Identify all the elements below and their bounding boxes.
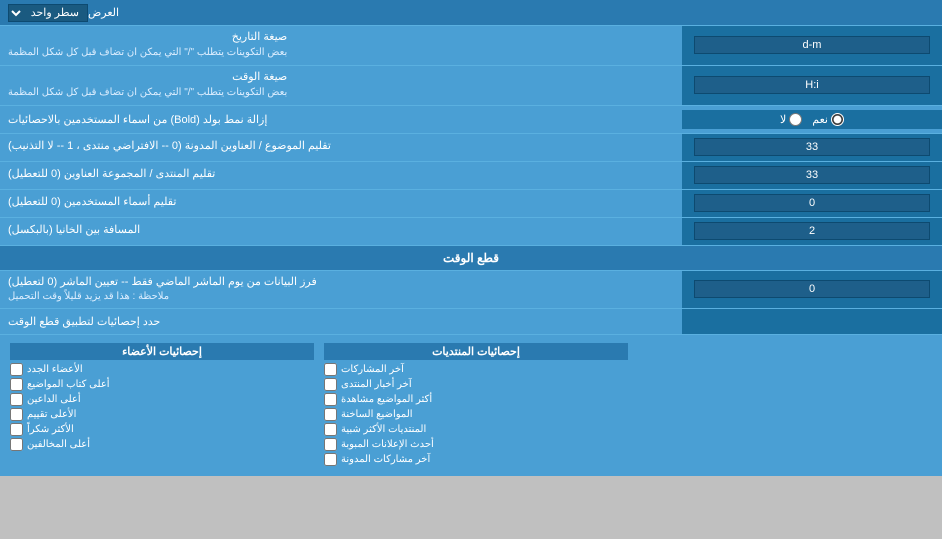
- time-format-row: صيغة الوقتبعض التكوينات يتطلب "/" التي ي…: [0, 66, 942, 106]
- display-label: العرض: [88, 6, 934, 19]
- top-rated-label: الأعلى تقييم: [27, 409, 76, 420]
- member-stats-col: إحصائيات الأعضاء الأعضاء الجدد أعلى كتاب…: [5, 340, 319, 471]
- time-format-label: صيغة الوقتبعض التكوينات يتطلب "/" التي ي…: [0, 66, 682, 105]
- bold-remove-label: إزالة نمط بولد (Bold) من اسماء المستخدمي…: [0, 109, 682, 130]
- top-violators-checkbox[interactable]: [10, 438, 23, 451]
- date-format-input-container: [682, 26, 942, 65]
- date-format-row: صيغة التاريخبعض التكوينات يتطلب "/" التي…: [0, 26, 942, 66]
- time-cut-label: فرز البيانات من يوم الماشر الماضي فقط --…: [0, 271, 682, 308]
- cell-spacing-row: المسافة بين الخانيا (بالبكسل): [0, 218, 942, 246]
- bold-no-label[interactable]: لا: [780, 113, 802, 126]
- checkbox-area: إحصائيات المنتديات آخر المشاركات آخر أخب…: [0, 335, 942, 476]
- subject-trim-label: تقليم الموضوع / العناوين المدونة (0 -- ا…: [0, 134, 682, 161]
- subject-trim-row: تقليم الموضوع / العناوين المدونة (0 -- ا…: [0, 134, 942, 162]
- bold-yes-radio[interactable]: [831, 113, 844, 126]
- new-members-checkbox[interactable]: [10, 363, 23, 376]
- top-inviters-label: أعلى الداعين: [27, 394, 81, 405]
- forum-trim-label: تقليم المنتدى / المجموعة العناوين (0 للت…: [0, 162, 682, 189]
- cell-spacing-label: المسافة بين الخانيا (بالبكسل): [0, 218, 682, 245]
- forum-news-item: آخر أخبار المنتدى: [324, 378, 628, 391]
- hot-topics-item: المواضيع الساخنة: [324, 408, 628, 421]
- member-stats-header: إحصائيات الأعضاء: [10, 343, 314, 360]
- time-cut-input[interactable]: [694, 280, 930, 298]
- username-trim-input[interactable]: [694, 194, 930, 212]
- forum-trim-input-container: [682, 162, 942, 189]
- main-container: العرض سطر واحد سطران ثلاثة أسطر صيغة الت…: [0, 0, 942, 476]
- bold-radio-controls: نعم لا: [682, 110, 942, 129]
- empty-left: [633, 340, 937, 471]
- similar-forums-label: المنتديات الأكثر شبية: [341, 424, 426, 435]
- blog-posts-label: آخر مشاركات المدونة: [341, 454, 430, 465]
- time-cut-header: قطع الوقت: [0, 246, 942, 271]
- top-rated-checkbox[interactable]: [10, 408, 23, 421]
- bold-no-radio[interactable]: [789, 113, 802, 126]
- top-posters-item: أعلى كتاب المواضيع: [10, 378, 314, 391]
- new-members-item: الأعضاء الجدد: [10, 363, 314, 376]
- classifieds-item: أحدث الإعلانات المبوبة: [324, 438, 628, 451]
- most-viewed-checkbox[interactable]: [324, 393, 337, 406]
- similar-forums-item: المنتديات الأكثر شبية: [324, 423, 628, 436]
- top-violators-item: أعلى المخالفين: [10, 438, 314, 451]
- cell-spacing-input[interactable]: [694, 222, 930, 240]
- date-format-label: صيغة التاريخبعض التكوينات يتطلب "/" التي…: [0, 26, 682, 65]
- classifieds-label: أحدث الإعلانات المبوبة: [341, 439, 434, 450]
- hot-topics-checkbox[interactable]: [324, 408, 337, 421]
- bold-yes-label[interactable]: نعم: [812, 113, 844, 126]
- forum-trim-row: تقليم المنتدى / المجموعة العناوين (0 للت…: [0, 162, 942, 190]
- time-format-input[interactable]: [694, 76, 930, 94]
- blog-posts-item: آخر مشاركات المدونة: [324, 453, 628, 466]
- top-posters-checkbox[interactable]: [10, 378, 23, 391]
- forum-stats-header: إحصائيات المنتديات: [324, 343, 628, 360]
- forum-stats-col: إحصائيات المنتديات آخر المشاركات آخر أخب…: [319, 340, 633, 471]
- most-viewed-label: أكثر المواضيع مشاهدة: [341, 394, 432, 405]
- most-thanks-item: الأكثر شكراً: [10, 423, 314, 436]
- forum-trim-input[interactable]: [694, 166, 930, 184]
- last-posts-item: آخر المشاركات: [324, 363, 628, 376]
- cell-spacing-input-container: [682, 218, 942, 245]
- forum-news-checkbox[interactable]: [324, 378, 337, 391]
- time-cut-row: فرز البيانات من يوم الماشر الماضي فقط --…: [0, 271, 942, 309]
- top-rated-item: الأعلى تقييم: [10, 408, 314, 421]
- subject-trim-input[interactable]: [694, 138, 930, 156]
- display-dropdown[interactable]: سطر واحد سطران ثلاثة أسطر: [8, 4, 88, 22]
- bold-remove-row: نعم لا إزالة نمط بولد (Bold) من اسماء ال…: [0, 106, 942, 134]
- most-viewed-item: أكثر المواضيع مشاهدة: [324, 393, 628, 406]
- apply-row: حدد إحصائيات لتطبيق قطع الوقت: [0, 309, 942, 335]
- similar-forums-checkbox[interactable]: [324, 423, 337, 436]
- username-trim-input-container: [682, 190, 942, 217]
- username-trim-label: تقليم أسماء المستخدمين (0 للتعطيل): [0, 190, 682, 217]
- checkbox-columns-container: إحصائيات المنتديات آخر المشاركات آخر أخب…: [5, 340, 937, 471]
- date-format-input[interactable]: [694, 36, 930, 54]
- display-header-row: العرض سطر واحد سطران ثلاثة أسطر: [0, 0, 942, 26]
- subject-trim-input-container: [682, 134, 942, 161]
- new-members-label: الأعضاء الجدد: [27, 364, 83, 375]
- top-inviters-checkbox[interactable]: [10, 393, 23, 406]
- top-inviters-item: أعلى الداعين: [10, 393, 314, 406]
- top-violators-label: أعلى المخالفين: [27, 439, 90, 450]
- username-trim-row: تقليم أسماء المستخدمين (0 للتعطيل): [0, 190, 942, 218]
- top-posters-label: أعلى كتاب المواضيع: [27, 379, 110, 390]
- last-posts-checkbox[interactable]: [324, 363, 337, 376]
- blog-posts-checkbox[interactable]: [324, 453, 337, 466]
- most-thanks-checkbox[interactable]: [10, 423, 23, 436]
- apply-label: حدد إحصائيات لتطبيق قطع الوقت: [0, 309, 682, 334]
- time-format-input-container: [682, 66, 942, 105]
- classifieds-checkbox[interactable]: [324, 438, 337, 451]
- most-thanks-label: الأكثر شكراً: [27, 424, 74, 435]
- last-posts-label: آخر المشاركات: [341, 364, 404, 375]
- time-cut-input-container: [682, 271, 942, 308]
- hot-topics-label: المواضيع الساخنة: [341, 409, 413, 420]
- forum-news-label: آخر أخبار المنتدى: [341, 379, 412, 390]
